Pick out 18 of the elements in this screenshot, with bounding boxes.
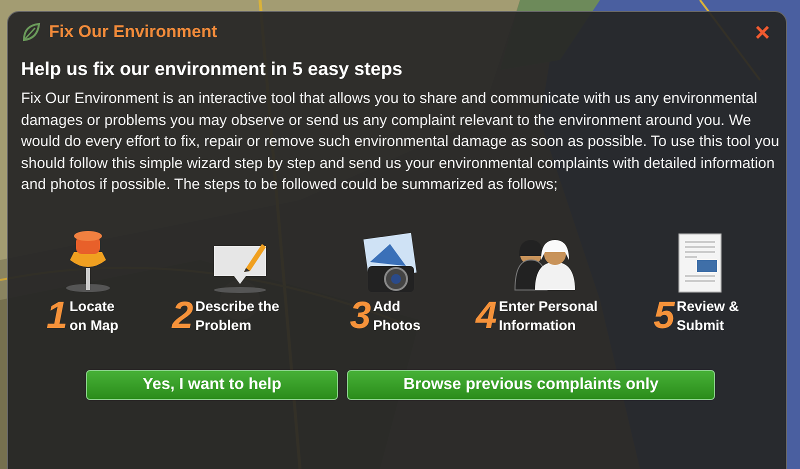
leaf-icon — [21, 22, 41, 42]
step-number: 1 — [46, 296, 68, 336]
step-label: Review & Submit — [676, 296, 740, 334]
dialog-heading: Help us fix our environment in 5 easy steps — [21, 58, 404, 80]
action-button[interactable]: Yes, I want to help — [86, 370, 338, 400]
description-text: Fix Our Environment is an interactive tool that allows you to share and communicate with us any environmental damages or problems you may observe or send us any complaint relevant to the environment around you. We would do every effort to fix, repair or remove such environmental damage as soon as possible. To use this tool you should follow this simple wizard step by step and send us your environmental complaints with detailed information and photos if possible. The steps to be followed could be summarized as follows; — [21, 89, 780, 195]
step-label: Add Photos — [373, 296, 422, 334]
document-icon — [677, 232, 724, 294]
dialog-title: Fix Our Environment — [49, 22, 218, 42]
step-label: Locate on Map — [69, 296, 120, 334]
step-label: Describe the Problem — [195, 296, 280, 334]
close-button[interactable]: × — [752, 20, 772, 44]
step-label: Enter Personal Information — [498, 296, 599, 334]
action-button[interactable]: Browse previous complaints only — [347, 370, 715, 400]
step-number: 3 — [350, 296, 372, 336]
step-number: 5 — [654, 296, 675, 336]
step-number: 2 — [172, 296, 194, 336]
step-number: 4 — [476, 296, 497, 336]
